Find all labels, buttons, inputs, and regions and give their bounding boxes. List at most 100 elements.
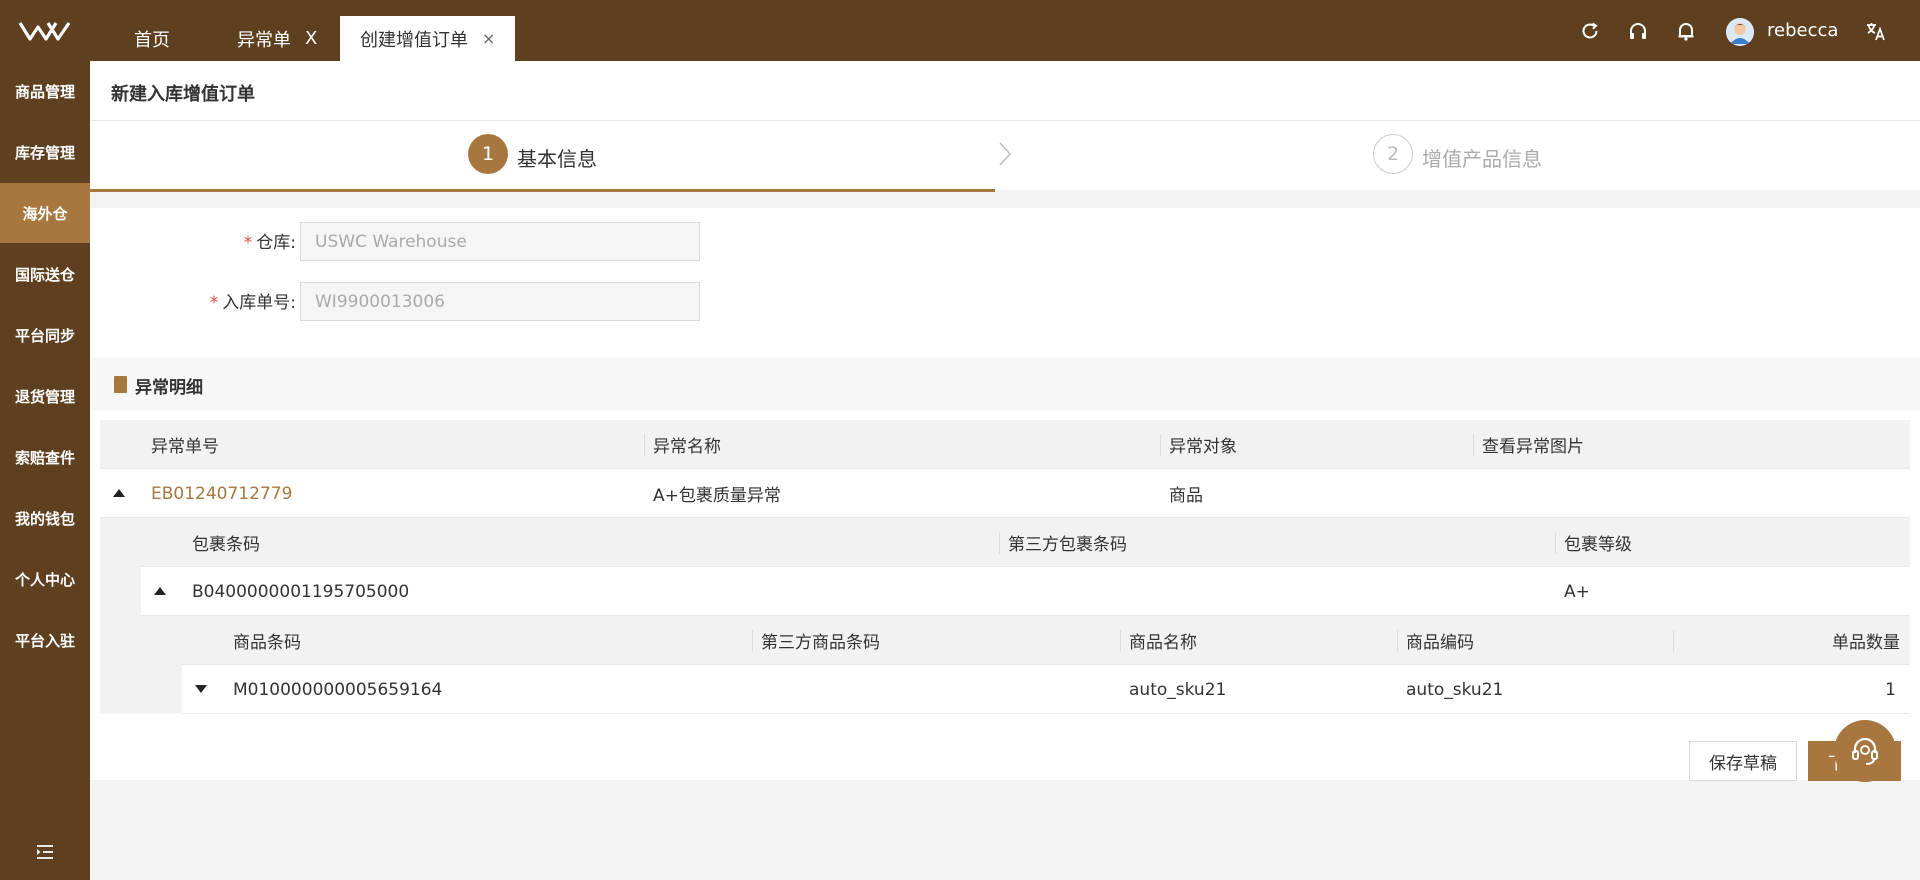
sidebar-item-label: 平台入驻 — [14, 631, 75, 650]
sidebar-item-label: 国际送仓 — [14, 265, 75, 284]
sidebar-item-onboarding[interactable]: 平台入驻 — [0, 610, 90, 670]
tab-exception[interactable]: 异常单 X — [237, 16, 317, 61]
product-code: auto_sku21 — [1406, 679, 1504, 700]
sidebar-item-product[interactable]: 商品管理 — [0, 61, 90, 121]
tab-home[interactable]: 首页 — [134, 16, 170, 61]
headset-icon[interactable] — [1627, 20, 1649, 42]
tab-label: 创建增值订单 — [360, 29, 468, 51]
step-1-label: 基本信息 — [517, 147, 597, 171]
exception-detail-panel: 异常单号 异常名称 异常对象 查看异常图片 EB01240712779 A+包裹… — [90, 410, 1920, 782]
column-divider — [1555, 532, 1556, 554]
sidebar-item-returns[interactable]: 退货管理 — [0, 366, 90, 426]
sidebar-item-label: 库存管理 — [14, 143, 75, 162]
tab-create-order[interactable]: 创建增值订单 × — [340, 16, 516, 61]
column-header: 查看异常图片 — [1482, 437, 1584, 457]
product-barcode: M010000000005659164 — [233, 679, 443, 700]
table-row: M010000000005659164 auto_sku21 auto_sku2… — [182, 665, 1910, 714]
column-header: 商品条码 — [233, 633, 301, 653]
product-table-header: 商品条码 第三方商品条码 商品名称 商品编码 单品数量 — [182, 616, 1910, 665]
top-bar: 首页 异常单 X 创建增值订单 × rebecca — [0, 0, 1920, 61]
table-row: B0400000001195705000 A+ — [141, 567, 1910, 616]
refresh-icon[interactable] — [1579, 20, 1601, 42]
exception-name: A+包裹质量异常 — [653, 486, 781, 506]
main-content: 新建入库增值订单 1 基本信息 2 增值产品信息 * 仓库: USWC Wareh… — [90, 61, 1920, 880]
sidebar-item-wallet[interactable]: 我的钱包 — [0, 488, 90, 548]
package-table-header: 包裹条码 第三方包裹条码 包裹等级 — [141, 518, 1910, 567]
close-icon[interactable]: × — [482, 30, 495, 47]
tab-label: 首页 — [134, 29, 170, 51]
sidebar: 商品管理 库存管理 海外仓 国际送仓 平台同步 退货管理 索赔查件 我的钱包 个… — [0, 61, 90, 880]
exception-no-link[interactable]: EB01240712779 — [151, 469, 292, 518]
avatar[interactable] — [1726, 18, 1754, 46]
package-grade: A+ — [1564, 581, 1590, 602]
table-row: EB01240712779 A+包裹质量异常 商品 — [100, 469, 1910, 518]
column-divider — [1120, 630, 1121, 652]
sidebar-item-label: 平台同步 — [14, 326, 75, 345]
section-title: 异常明细 — [135, 378, 203, 398]
column-divider — [1673, 630, 1674, 652]
sidebar-item-overseas-warehouse[interactable]: 海外仓 — [0, 183, 90, 243]
warehouse-input[interactable]: USWC Warehouse — [300, 222, 700, 261]
inbound-no-input[interactable]: WI9900013006 — [300, 282, 700, 321]
step-progress-bar — [90, 189, 995, 192]
column-header: 包裹等级 — [1564, 535, 1632, 555]
close-icon[interactable]: X — [305, 29, 317, 48]
field-label: 仓库: — [256, 233, 296, 253]
customer-service-icon — [1852, 737, 1878, 765]
inbound-no-label: * 入库单号: — [150, 288, 296, 313]
page-title: 新建入库增值订单 — [111, 84, 255, 105]
menu-collapse-icon[interactable] — [36, 844, 54, 860]
customer-service-button[interactable] — [1834, 720, 1896, 782]
column-header: 异常单号 — [151, 437, 219, 457]
avatar-person-icon — [1726, 18, 1754, 46]
column-divider — [1397, 630, 1398, 652]
chevron-right-icon — [999, 142, 1012, 166]
username[interactable]: rebecca — [1767, 20, 1838, 41]
tab-label: 异常单 — [237, 29, 291, 51]
warehouse-label: * 仓库: — [150, 228, 296, 253]
sidebar-item-platform-sync[interactable]: 平台同步 — [0, 305, 90, 365]
column-header: 异常对象 — [1169, 437, 1237, 457]
column-divider — [644, 434, 645, 456]
field-label: 入库单号: — [222, 293, 296, 313]
bell-icon[interactable] — [1675, 20, 1697, 42]
page-header: 新建入库增值订单 — [90, 61, 1920, 121]
basic-info-form: * 仓库: USWC Warehouse * 入库单号: WI9900013006 — [90, 208, 1920, 358]
section-header: 异常明细 — [90, 358, 1920, 410]
nested-indent — [141, 616, 182, 714]
required-mark: * — [209, 293, 219, 313]
sidebar-item-inventory[interactable]: 库存管理 — [0, 122, 90, 182]
expand-row-icon[interactable] — [195, 685, 207, 693]
column-divider — [999, 532, 1000, 554]
column-header: 包裹条码 — [192, 535, 260, 555]
sidebar-item-label: 商品管理 — [14, 82, 75, 101]
sidebar-item-label: 索赔查件 — [14, 448, 75, 467]
logo[interactable] — [0, 0, 90, 61]
column-header: 第三方包裹条码 — [1008, 535, 1127, 555]
column-divider — [1160, 434, 1161, 456]
required-mark: * — [243, 233, 253, 253]
sidebar-item-profile[interactable]: 个人中心 — [0, 549, 90, 609]
sidebar-item-label: 个人中心 — [14, 570, 75, 589]
collapse-row-icon[interactable] — [154, 587, 166, 595]
sidebar-item-claims[interactable]: 索赔查件 — [0, 427, 90, 487]
column-header: 商品名称 — [1129, 633, 1197, 653]
column-header: 第三方商品条码 — [761, 633, 880, 653]
sidebar-item-label: 退货管理 — [14, 387, 75, 406]
sidebar-item-intl-delivery[interactable]: 国际送仓 — [0, 244, 90, 304]
save-draft-button[interactable]: 保存草稿 — [1689, 741, 1797, 781]
sidebar-item-label: 我的钱包 — [14, 509, 75, 528]
product-name: auto_sku21 — [1129, 679, 1227, 700]
step-2-label: 增值产品信息 — [1422, 147, 1542, 171]
package-barcode: B0400000001195705000 — [192, 581, 410, 602]
column-divider — [1473, 434, 1474, 456]
exception-table-header: 异常单号 异常名称 异常对象 查看异常图片 — [100, 420, 1910, 469]
step-1-number: 1 — [468, 134, 508, 174]
sidebar-item-label: 海外仓 — [22, 204, 68, 223]
column-header: 商品编码 — [1406, 633, 1474, 653]
collapse-row-icon[interactable] — [113, 489, 125, 497]
column-header: 异常名称 — [653, 437, 721, 457]
bookmark-icon — [114, 376, 127, 393]
step-2-number: 2 — [1373, 134, 1413, 174]
translate-icon[interactable] — [1865, 20, 1887, 42]
